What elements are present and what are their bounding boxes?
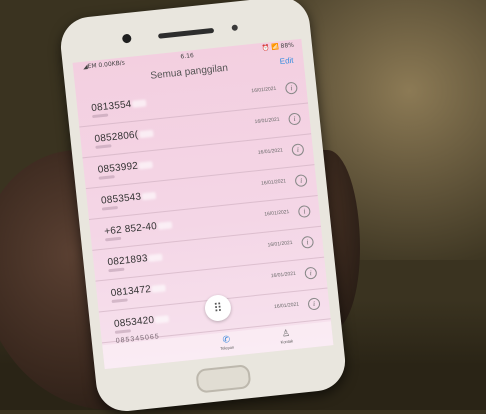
call-type-sub <box>95 144 112 149</box>
call-number: 0853420 <box>114 313 170 330</box>
call-number: 0853992 <box>97 159 154 176</box>
home-button[interactable] <box>195 364 252 394</box>
call-number: 0813472 <box>110 282 167 299</box>
redacted-digits <box>151 284 167 293</box>
call-date: 16/01/2021 <box>254 116 280 126</box>
call-date: 16/01/2021 <box>267 239 293 249</box>
info-icon[interactable]: i <box>297 204 311 219</box>
redacted-digits <box>154 315 170 324</box>
call-date: 16/01/2021 <box>257 147 284 156</box>
smartphone: ◢EM 0.00KB/s 6.16 ⏰ 📶 88% Semua panggila… <box>57 0 349 414</box>
proximity-sensor <box>231 24 239 32</box>
call-date: 16/01/2021 <box>260 178 287 187</box>
info-icon[interactable]: i <box>304 266 318 280</box>
call-number: 0821893 <box>107 252 164 268</box>
call-number: 0852806( <box>94 128 154 145</box>
call-list: 0813554 16/01/2021 i 0852806( 16/01/2021… <box>76 72 331 344</box>
edit-button[interactable]: Edit <box>279 56 294 66</box>
info-icon[interactable]: i <box>284 81 298 95</box>
earpiece-speaker <box>157 27 215 39</box>
redacted-digits <box>141 191 157 201</box>
call-number: +62 852-40 <box>104 219 173 237</box>
status-icons: ⏰ 📶 88% <box>261 41 295 52</box>
redacted-digits <box>157 221 173 230</box>
redacted-digits <box>148 253 164 262</box>
call-type-sub <box>108 267 125 273</box>
redacted-digits <box>138 160 154 170</box>
status-time: 6.16 <box>180 52 195 61</box>
call-type-sub <box>105 236 122 242</box>
info-icon[interactable]: i <box>307 297 321 311</box>
tab-phone[interactable]: ✆ Telepon <box>206 332 247 352</box>
front-camera <box>121 33 132 44</box>
phone-body: ◢EM 0.00KB/s 6.16 ⏰ 📶 88% Semua panggila… <box>57 0 349 414</box>
tab-contacts[interactable]: ♙ Kontak <box>266 326 307 346</box>
call-type-sub <box>92 113 109 119</box>
call-type-sub <box>114 329 132 334</box>
info-icon[interactable]: i <box>288 112 302 126</box>
info-icon[interactable]: i <box>300 235 315 249</box>
info-icon[interactable]: i <box>294 174 308 188</box>
redacted-digits <box>132 99 147 108</box>
call-date: 16/01/2021 <box>273 301 300 311</box>
call-number: 0813554 <box>91 97 147 114</box>
call-type-sub <box>98 175 115 180</box>
call-number: 0853543 <box>101 190 157 207</box>
phone-screen: ◢EM 0.00KB/s 6.16 ⏰ 📶 88% Semua panggila… <box>72 38 334 370</box>
call-date: 16/01/2021 <box>251 85 277 95</box>
info-icon[interactable]: i <box>291 143 305 157</box>
call-date: 16/01/2021 <box>270 270 297 280</box>
redacted-digits <box>138 129 154 139</box>
call-date: 16/01/2021 <box>264 209 290 218</box>
call-type-sub <box>111 298 128 304</box>
call-type-sub <box>101 205 119 211</box>
